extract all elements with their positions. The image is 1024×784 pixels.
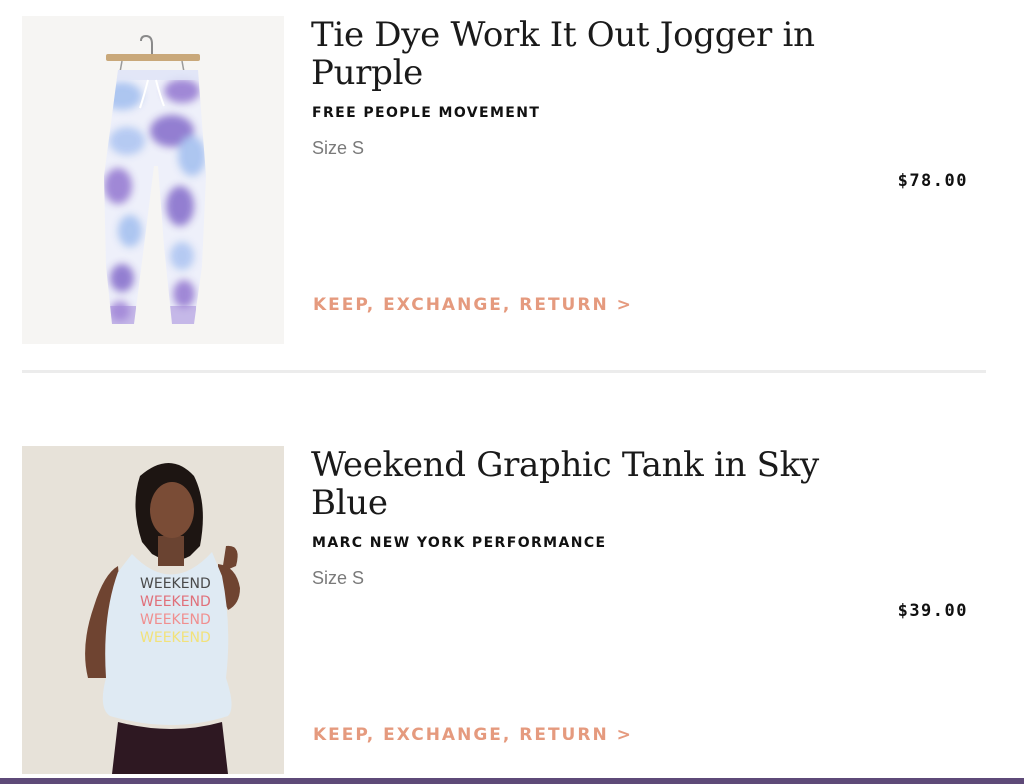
product-brand: MARC NEW YORK PERFORMANCE (312, 535, 607, 551)
shirt-graphic-text: WEEKEND (140, 594, 211, 610)
product-brand: FREE PEOPLE MOVEMENT (312, 105, 541, 121)
shirt-graphic-text: WEEKEND (140, 612, 211, 628)
product-image[interactable] (22, 16, 284, 344)
graphic-tank-photo: WEEKEND WEEKEND WEEKEND WEEKEND (22, 446, 284, 774)
shirt-graphic-text: WEEKEND (140, 630, 211, 646)
product-image[interactable]: WEEKEND WEEKEND WEEKEND WEEKEND (22, 446, 284, 774)
tie-dye-jogger-photo (104, 34, 206, 324)
product-size: Size S (312, 568, 365, 588)
product-title[interactable]: Tie Dye Work It Out Jogger in Purple (311, 16, 841, 92)
product-price: $78.00 (897, 171, 968, 191)
keep-exchange-return-link[interactable]: KEEP, EXCHANGE, RETURN > (313, 725, 633, 745)
product-price: $39.00 (897, 601, 968, 621)
shirt-graphic-text: WEEKEND (140, 576, 211, 592)
bottom-bar (0, 778, 1024, 784)
product-title[interactable]: Weekend Graphic Tank in Sky Blue (311, 446, 841, 522)
order-items-page: Tie Dye Work It Out Jogger in Purple FRE… (0, 0, 1024, 784)
product-size: Size S (312, 138, 365, 158)
keep-exchange-return-link[interactable]: KEEP, EXCHANGE, RETURN > (313, 295, 633, 315)
item-divider (22, 370, 986, 373)
